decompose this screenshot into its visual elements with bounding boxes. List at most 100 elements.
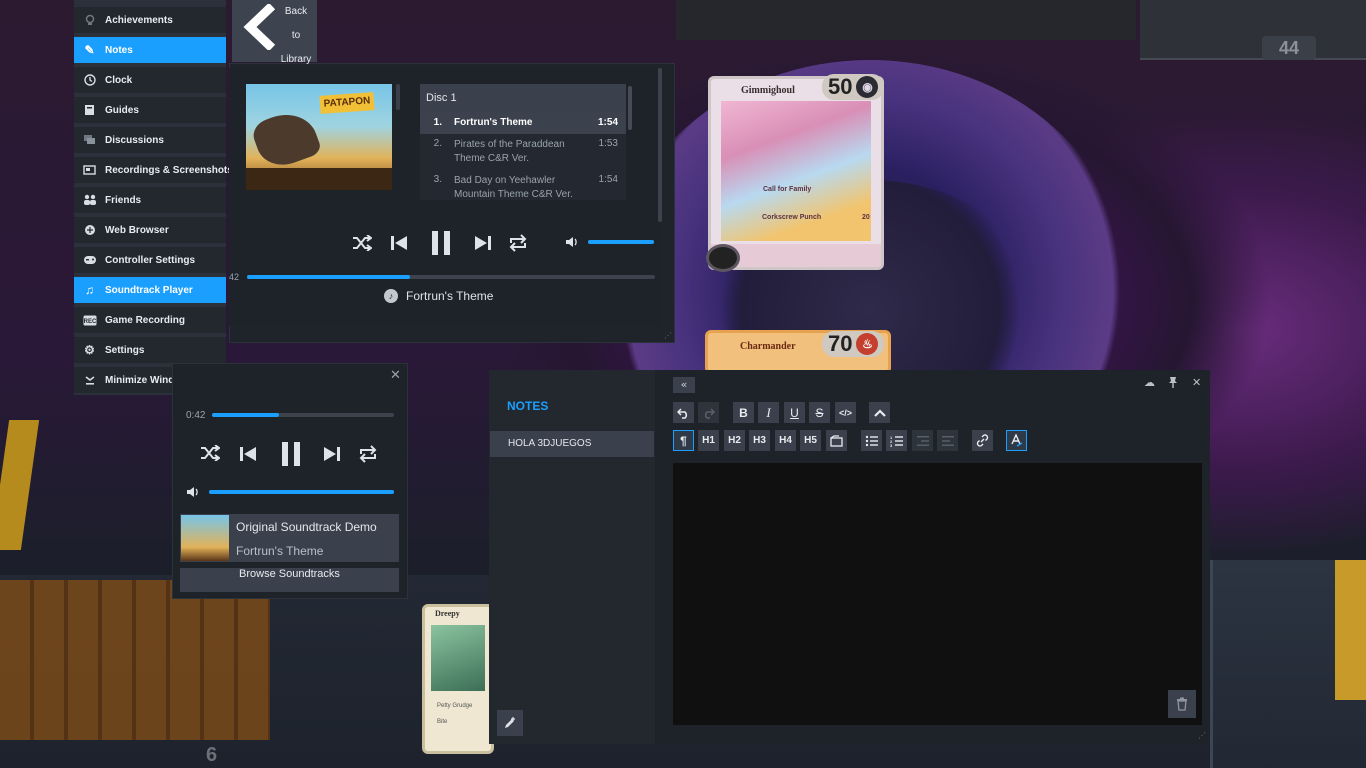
pin-icon[interactable] (1168, 376, 1178, 391)
sidebar-item-soundtrack-player[interactable]: ♫ Soundtrack Player (74, 277, 226, 303)
volume-icon[interactable] (185, 485, 201, 499)
card-name: Charmander (740, 341, 796, 352)
scrollbar[interactable] (628, 86, 632, 130)
paragraph-button[interactable]: ¶ (673, 430, 694, 451)
heading-4-button[interactable]: H4 (775, 430, 796, 451)
indent-button[interactable] (937, 430, 958, 451)
book-icon (82, 103, 97, 118)
clear-formatting-button[interactable] (1006, 430, 1027, 451)
browse-soundtracks-button[interactable]: Browse Soundtracks (180, 568, 399, 592)
volume-slider[interactable] (209, 490, 394, 494)
music-disc-icon: ♪ (384, 289, 398, 303)
pokemon-card-gimmighoul: Gimmighoul (708, 76, 884, 270)
sidebar-item-notes[interactable]: ✎ Notes (74, 37, 226, 63)
undo-icon (677, 407, 688, 419)
skip-back-icon (391, 236, 407, 250)
previous-track-button[interactable] (237, 443, 259, 465)
close-icon[interactable]: ✕ (1192, 376, 1201, 389)
collapse-toolbar-button[interactable] (869, 402, 890, 423)
seek-bar-fill (247, 275, 411, 279)
heading-1-button[interactable]: H1 (698, 430, 719, 451)
pause-button[interactable] (426, 228, 456, 258)
volume-icon[interactable] (564, 235, 580, 249)
delete-note-button[interactable] (1168, 690, 1196, 718)
cloud-icon[interactable]: ☁ (1144, 376, 1155, 389)
heading-2-button[interactable]: H2 (724, 430, 745, 451)
numbered-list-button[interactable]: 123 (886, 430, 907, 451)
sidebar-item-clock[interactable]: Clock (74, 67, 226, 93)
link-button[interactable] (972, 430, 993, 451)
outdent-icon (916, 435, 929, 446)
album-title: Original Soundtrack Demo (236, 520, 377, 534)
track-row[interactable]: 1. Fortrun's Theme 1:54 (420, 112, 626, 134)
undo-button[interactable] (673, 402, 694, 423)
note-editor[interactable] (673, 463, 1202, 725)
track-row[interactable]: 3. Bad Day on Yeehawler Mountain Theme C… (420, 173, 626, 200)
heading-3-button[interactable]: H3 (749, 430, 770, 451)
pause-button[interactable] (276, 439, 306, 469)
scrollbar[interactable] (396, 84, 400, 110)
pause-icon (432, 231, 450, 255)
trophy-icon (82, 13, 97, 28)
card-name: Gimmighoul (741, 85, 795, 96)
previous-track-button[interactable] (388, 232, 410, 254)
next-track-button[interactable] (472, 232, 494, 254)
svg-text:3: 3 (890, 443, 893, 447)
repeat-icon (509, 234, 527, 252)
note-list-item[interactable]: HOLA 3DJUEGOS (490, 431, 654, 457)
resize-grip-icon[interactable]: ⋰ (664, 332, 672, 340)
shuffle-icon (201, 445, 220, 461)
seek-bar[interactable] (212, 413, 394, 417)
notes-heading: NOTES (507, 399, 549, 413)
underline-button[interactable]: U (784, 402, 805, 423)
shuffle-button[interactable] (198, 442, 222, 464)
code-button[interactable]: </> (835, 402, 856, 423)
sidebar-item-friends[interactable]: Friends (74, 187, 226, 213)
chat-icon (82, 133, 97, 148)
sidebar-item-game-recording[interactable]: REC Game Recording (74, 307, 226, 333)
chevron-left-icon (243, 4, 276, 50)
seek-bar[interactable] (247, 275, 655, 279)
repeat-button[interactable] (356, 443, 380, 465)
sidebar-item-achievements[interactable]: Achievements (74, 7, 226, 33)
fire-type-icon: ♨ (856, 333, 879, 355)
background-badge: 44 (1262, 36, 1316, 60)
album-art-thumbnail (181, 515, 229, 561)
blockquote-button[interactable] (826, 430, 847, 451)
card-name: Dreepy (435, 609, 460, 618)
scrollbar[interactable] (658, 68, 662, 222)
quote-icon (830, 434, 843, 447)
sidebar-item-recordings-screenshots[interactable]: Recordings & Screenshots (74, 157, 233, 183)
collapse-sidebar-button[interactable]: « (673, 377, 695, 393)
sidebar-item-web-browser[interactable]: Web Browser (74, 217, 226, 243)
minimize-icon (82, 373, 97, 388)
track-row[interactable]: 2. Pirates of the Paraddean Theme C&R Ve… (420, 137, 626, 169)
back-to-library-button[interactable]: Back to Library (232, 0, 317, 65)
bullet-list-icon (865, 435, 878, 446)
sidebar-item-discussions[interactable]: Discussions (74, 127, 226, 153)
close-icon[interactable]: ✕ (390, 368, 401, 383)
card-hp-badge: 50 ◉ (822, 74, 885, 100)
sidebar-item-label: Discussions (105, 134, 164, 146)
sidebar-item-label: Soundtrack Player (105, 284, 193, 296)
resize-grip-icon[interactable]: ⋰ (1198, 732, 1206, 740)
italic-button[interactable]: I (758, 402, 779, 423)
overlay-sidebar-menu: Achievements ✎ Notes Clock Guides Discus… (74, 0, 233, 395)
sidebar-item-controller-settings[interactable]: Controller Settings (74, 247, 226, 273)
sidebar-item-label: Minimize Wind (105, 374, 175, 386)
volume-slider[interactable] (588, 240, 654, 244)
shuffle-button[interactable] (350, 232, 374, 254)
heading-5-button[interactable]: H5 (800, 430, 821, 451)
indent-icon (941, 435, 954, 446)
new-note-button[interactable] (497, 710, 523, 736)
card-hp-badge: 70 ♨ (822, 331, 885, 357)
bold-button[interactable]: B (733, 402, 754, 423)
sidebar-item-guides[interactable]: Guides (74, 97, 226, 123)
next-track-button[interactable] (321, 443, 343, 465)
bullet-list-button[interactable] (861, 430, 882, 451)
redo-button[interactable] (698, 402, 719, 423)
strikethrough-button[interactable]: S (809, 402, 830, 423)
outdent-button[interactable] (912, 430, 933, 451)
sidebar-item-settings[interactable]: ⚙ Settings (74, 337, 226, 363)
repeat-button[interactable] (506, 232, 530, 254)
